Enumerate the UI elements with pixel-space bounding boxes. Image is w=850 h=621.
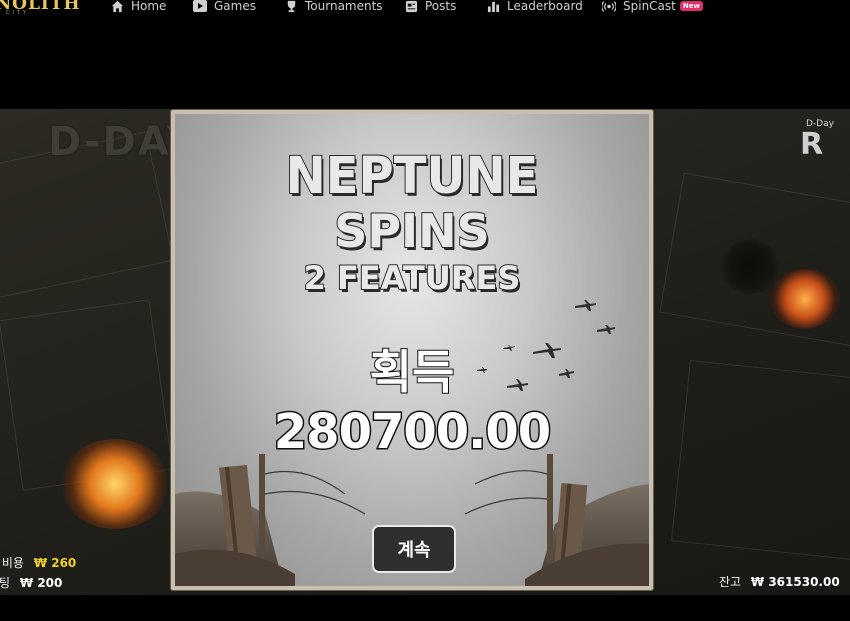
nav-tournaments-label: Tournaments [305,0,383,13]
home-icon [110,0,124,13]
bottom-bar [0,595,850,621]
nav-posts-label: Posts [425,0,457,13]
bet-label: 베팅 [0,576,11,590]
nav-leaderboard[interactable]: Leaderboard [486,0,583,16]
leaderboard-icon [486,0,500,13]
nav-games-label: Games [214,0,256,13]
buy-cost-display: 구매 비용 ₩ 260 [0,554,76,571]
balance-value: ₩ 361530.00 [750,575,840,589]
explosion-right [770,269,840,329]
nav-spincast-label: SpinCast [623,0,676,13]
nav-games[interactable]: Games [193,0,256,16]
balance-display: 잔고 ₩ 361530.00 [719,573,840,590]
posts-icon [404,0,418,13]
nav-leaderboard-label: Leaderboard [507,0,583,13]
new-badge: New [679,1,703,11]
smoke-crater [720,239,780,294]
map-field [670,359,850,561]
bet-display: 베팅 ₩ 200 [0,574,62,591]
feature-title-line1: NEPTUNE [285,146,540,207]
buy-cost-label: 구매 비용 [0,556,24,570]
feature-title-line2: SPINS [333,203,491,259]
win-label: 획득 [369,344,456,400]
balance-label: 잔고 [719,575,742,589]
nav-home-label: Home [131,0,167,13]
trophy-icon [284,0,298,13]
feature-win-modal: NEPTUNE SPINS 2 FEATURES 획득 280700.00 계속 [171,110,653,590]
nav-tournaments[interactable]: Tournaments [284,0,383,16]
nav-posts[interactable]: Posts [404,0,456,16]
feature-title-line3: 2 FEATURES [303,258,522,298]
nav-spincast[interactable]: SpinCast New [602,0,703,16]
logo-subtext: CITY [6,10,30,16]
top-navigation: MONOLITH CITY Home Games Tournaments Pos… [0,0,850,30]
bet-value: ₩ 200 [19,576,63,590]
continue-button[interactable]: 계속 [372,525,456,573]
win-amount: 280700.00 [272,403,552,462]
broadcast-icon [602,0,616,13]
rating-letter: R [800,127,824,162]
nav-home[interactable]: Home [110,0,166,16]
buy-cost-value: ₩ 260 [33,556,77,570]
explosion-left [60,439,170,529]
play-icon [193,0,207,13]
